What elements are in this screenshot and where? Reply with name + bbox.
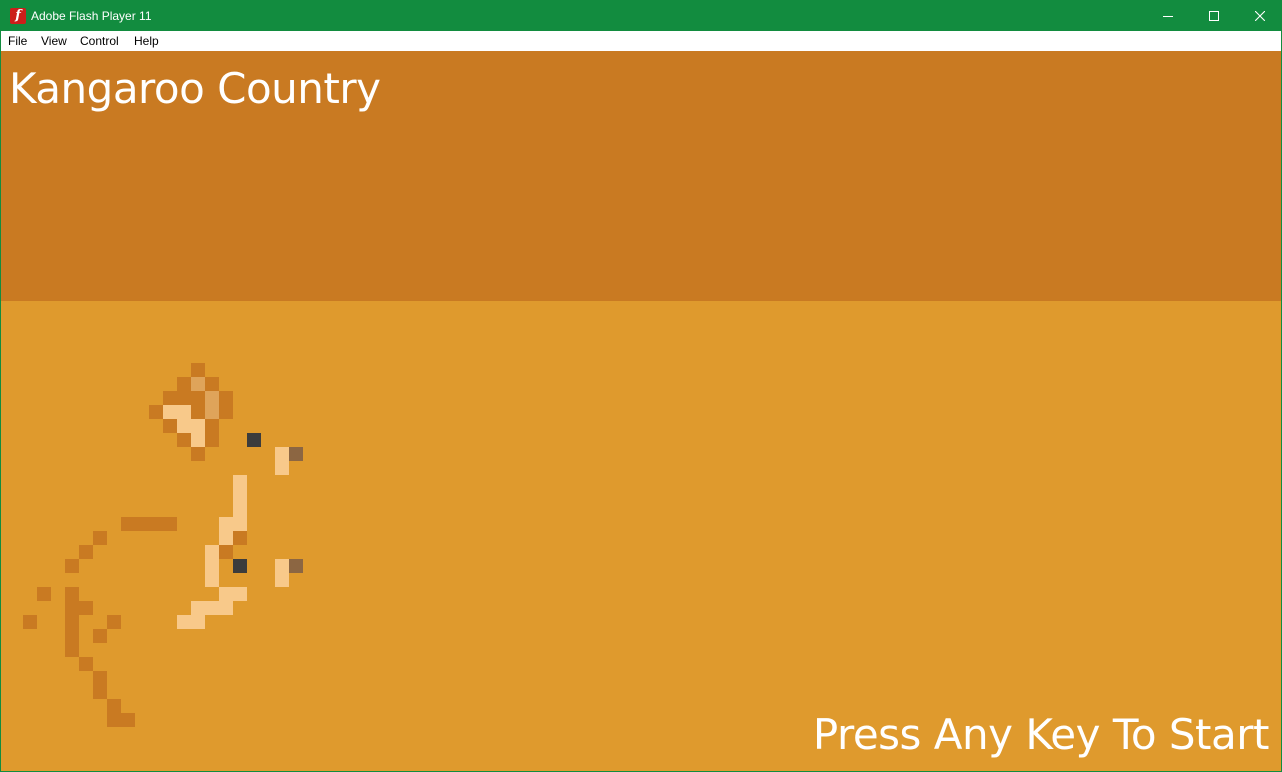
press-start-prompt: Press Any Key To Start [812, 710, 1270, 759]
minimize-button[interactable] [1145, 1, 1191, 31]
menu-control[interactable]: Control [80, 31, 119, 51]
game-title: Kangaroo Country [9, 64, 381, 113]
maximize-icon [1209, 11, 1219, 21]
menu-file[interactable]: File [8, 31, 27, 51]
kangaroo-sprite [23, 363, 303, 727]
flash-player-window: f Adobe Flash Player 11 File View Contro… [0, 0, 1282, 772]
menu-view[interactable]: View [41, 31, 67, 51]
close-icon [1255, 11, 1265, 21]
minimize-icon [1163, 16, 1173, 17]
maximize-button[interactable] [1191, 1, 1237, 31]
flash-player-icon: f [10, 8, 26, 24]
game-stage[interactable]: Kangaroo Country Press Any Key To Start [1, 51, 1281, 771]
close-button[interactable] [1237, 1, 1281, 31]
window-title: Adobe Flash Player 11 [31, 9, 152, 23]
menu-bar: File View Control Help [1, 31, 1281, 51]
title-bar[interactable]: f Adobe Flash Player 11 [1, 1, 1281, 31]
menu-help[interactable]: Help [134, 31, 159, 51]
